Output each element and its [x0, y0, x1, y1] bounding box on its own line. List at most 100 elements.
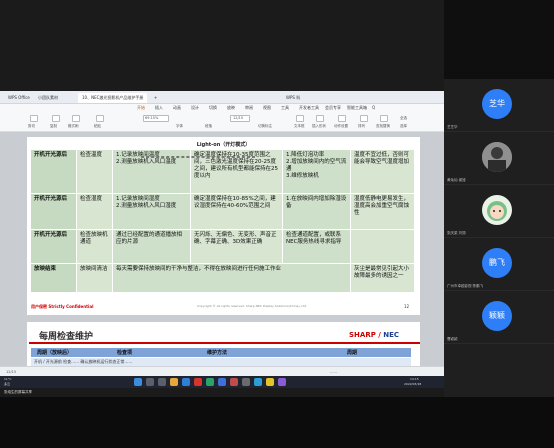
participant-name: 张庆梁 刘丽 [447, 231, 466, 235]
menu-transition[interactable]: 切换 [209, 105, 217, 111]
document-canvas[interactable]: Light-on（开灯模式） 开机开光源后 检查温度 1.记录放映间温度 2.测… [0, 132, 444, 366]
select-label[interactable]: 选择 [400, 124, 407, 129]
edge-icon[interactable] [182, 378, 190, 386]
menu-design[interactable]: 设计 [191, 105, 199, 111]
table-cell: 开机开光源后 [31, 194, 77, 230]
menu-developer[interactable]: 开发者工具 [299, 105, 319, 111]
cut-label: 剪切 [28, 124, 35, 128]
menu-review[interactable]: 审阅 [245, 105, 253, 111]
menu-view[interactable]: 视图 [263, 105, 271, 111]
paste-icon[interactable] [96, 115, 104, 122]
sharp-nec-logo: SHARP / NEC [349, 331, 399, 339]
app-icon[interactable] [230, 378, 238, 386]
header-check-item: 检查项 [117, 350, 133, 356]
weather-desc: 多云 [4, 382, 11, 386]
copy-icon[interactable] [52, 115, 60, 122]
screen-share-label: 张培生的屏幕共享 [4, 390, 32, 394]
menu-insert[interactable]: 插入 [155, 105, 163, 111]
action-label: 动作设置 [334, 124, 348, 128]
logo-sharp: SHARP [349, 331, 376, 339]
shape-icon[interactable] [316, 115, 324, 122]
arrange-icon[interactable] [360, 115, 368, 122]
arrange-label: 排列 [358, 124, 365, 128]
participant-name: 黄灿灿 谢娅 [447, 178, 466, 182]
search-icon[interactable]: Q [372, 105, 375, 110]
table-cell: 放映间清洁 [77, 264, 113, 293]
menu-smart-toolbox[interactable]: 智能工具箱 [347, 105, 367, 111]
slide-weekly-check: 每周检查维护 SHARP / NEC 周期（放映后） 检查项 维护方法 周期 开… [27, 322, 420, 366]
start-icon[interactable] [134, 378, 142, 386]
ribbon-toolbar: 剪切 复制 格式刷 粘贴 69.15% 字体 12/15 段落 切换标注 文本框… [0, 112, 444, 132]
tab-strip: WPS Office 小团队素材 10、NEC激光投影机产品维护手册 + WPS… [0, 91, 444, 104]
status-bar: 12/15 …… [0, 366, 444, 376]
table-cell: 温度不宜过低，否则可能会导致空气湿度增加 [351, 150, 415, 194]
table-cell: 1.在放映间内增加除湿设备 [283, 194, 351, 230]
avatar [482, 195, 512, 225]
maintenance-table: 开机开光源后 检查温度 1.记录放映间温度 2.测量放映机入风口温度 确定温度保… [31, 150, 415, 293]
copy-label: 复制 [50, 124, 57, 128]
tab-team-assets[interactable]: 小团队素材 [34, 93, 62, 103]
slide2-header-row: 周期（放映后） 检查项 维护方法 周期 [31, 348, 411, 357]
tab-wps-office[interactable]: WPS Office [4, 93, 34, 103]
new-tab-button[interactable]: + [150, 93, 161, 103]
app-icon[interactable] [242, 378, 250, 386]
table-cell: 检查湿度 [77, 194, 113, 230]
paste-label: 粘贴 [94, 124, 101, 128]
table-cell: 放映结束 [31, 264, 77, 293]
toggle-annotation-label[interactable]: 切换标注 [258, 124, 272, 129]
menu-member[interactable]: 会员专享 [325, 105, 341, 111]
tab-maintenance-doc[interactable]: 10、NEC激光投影机产品维护手册 [78, 93, 148, 103]
menu-home[interactable]: 开始 [137, 105, 145, 111]
action-icon[interactable] [338, 115, 346, 122]
format-painter-icon[interactable] [72, 115, 80, 122]
avatar: 芝华 [482, 89, 512, 119]
meeting-icon[interactable] [218, 378, 226, 386]
participant-tile[interactable]: 颖颖 曹颖颖 [444, 291, 554, 344]
table-cell: 开机开光源后 [31, 150, 77, 194]
shape-label: 插入形状 [312, 124, 326, 128]
table-cell: 确定湿度保持在10-85%之间，建议湿度保持在40-60%范围之间 [191, 194, 283, 230]
table-cell: 检查放映机通道 [77, 230, 113, 264]
shared-screen: WPS Office 小团队素材 10、NEC激光投影机产品维护手册 + WPS… [0, 0, 444, 397]
status-right: …… [330, 370, 337, 374]
avatar: 颖颖 [482, 301, 512, 331]
wps-account[interactable]: WPS 科 [282, 93, 304, 103]
menu-slideshow[interactable]: 放映 [227, 105, 235, 111]
wechat-icon[interactable] [206, 378, 214, 386]
title-underline [29, 342, 420, 344]
table-cell [351, 230, 415, 264]
table-cell: 每天需要保持放映间的干净与整洁，不得在放映间进行任何施工作业 [113, 264, 351, 293]
select-all-label[interactable]: 全选 [400, 116, 407, 121]
table-cell: 1.记录放映间湿度 2.测量放映机入风口湿度 [113, 194, 191, 230]
textbox-label: 文本框 [294, 124, 305, 128]
table-cell: 湿度低静电更易发生，湿度高会加重空气腐蚀性 [351, 194, 415, 230]
table-cell: 开机开光源后 [31, 230, 77, 264]
status-page: 12/15 [6, 370, 17, 374]
taskview-icon[interactable] [158, 378, 166, 386]
bottom-black-area [0, 397, 554, 448]
participant-tile[interactable]: 黄灿灿 谢娅 [444, 132, 554, 185]
participant-tile[interactable]: 张庆梁 刘丽 [444, 185, 554, 238]
header-period: 周期 [347, 350, 358, 356]
search-icon[interactable] [146, 378, 154, 386]
participant-name: 芝芝华 [447, 125, 458, 129]
cut-icon[interactable] [30, 115, 38, 122]
participant-tile[interactable]: 鹏飞 广州市卓越影视 陈鹏飞 [444, 238, 554, 291]
page-indicator: 12/15 [233, 116, 244, 120]
menu-animation[interactable]: 动画 [173, 105, 181, 111]
textbox-icon[interactable] [296, 115, 304, 122]
find-replace-icon[interactable] [380, 115, 388, 122]
participant-tile[interactable]: 芝华 芝芝华 [444, 79, 554, 132]
app-icon[interactable] [266, 378, 274, 386]
folder-icon[interactable] [170, 378, 178, 386]
meeting-window: WPS Office 小团队素材 10、NEC激光投影机产品维护手册 + WPS… [0, 0, 554, 448]
app-icon[interactable] [278, 378, 286, 386]
selection-outline [141, 156, 255, 158]
slide-page-number: 12 [404, 304, 410, 309]
header-method: 维护方法 [207, 350, 228, 356]
menu-tools[interactable]: 工具 [281, 105, 289, 111]
wps-icon[interactable] [194, 378, 202, 386]
app-icon[interactable] [254, 378, 262, 386]
avatar: 鹏飞 [482, 248, 512, 278]
table-cell: 通过已经配置的通道播放相应的片源 [113, 230, 191, 264]
